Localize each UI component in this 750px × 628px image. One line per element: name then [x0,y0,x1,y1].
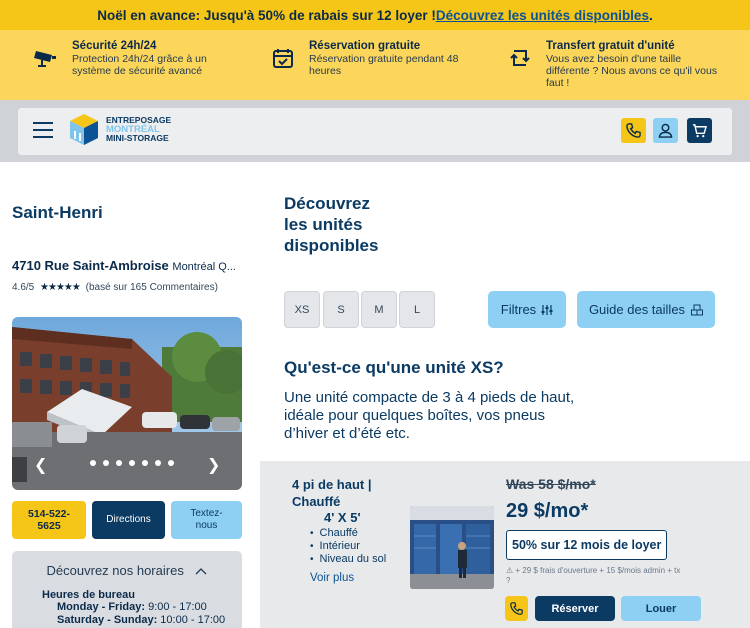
unit-description: Une unité compacte de 3 à 4 pieds de hau… [284,389,575,442]
hours-time: 10:00 - 17:00 [157,614,226,626]
chevron-up-icon [195,568,207,575]
promo-banner: Noël en avance: Jusqu'à 50% de rabais su… [0,0,750,30]
directions-button[interactable]: Directions [92,501,165,539]
hours-toggle[interactable]: Découvrez nos horaires [12,563,242,578]
carousel-dot[interactable] [103,460,109,466]
call-unit-button[interactable] [505,596,528,621]
size-filter-xs[interactable]: XS [284,291,320,328]
sliders-icon [541,304,553,315]
size-filter-s[interactable]: S [323,291,359,328]
promo-text: Noël en avance: Jusqu'à 50% de rabais su… [97,7,436,23]
see-more-link[interactable]: Voir plus [310,572,354,584]
unit-dimensions: 4' X 5' [324,510,361,525]
carousel-dot[interactable] [142,460,148,466]
unit-question-title: Qu'est-ce qu'une unité XS? [284,358,504,377]
hours-panel: Découvrez nos horaires Heures de bureau … [12,551,242,628]
feature-title: Transfert gratuit d'unité [546,40,675,52]
feature-desc: Vous avez besoin d'une taille différente… [546,53,718,89]
security-camera-icon [32,44,60,72]
menu-icon[interactable] [33,122,53,140]
unit-feature: Intérieur [310,540,386,553]
size-guide-label: Guide des tailles [588,302,686,317]
hours-list: Heures de bureau Monday - Friday: 9:00 -… [42,589,225,627]
units-section-title: Découvrez les unités disponibles [284,194,379,255]
boxes-icon [691,304,704,315]
logo-cube-icon [70,114,98,145]
cart-button[interactable] [687,118,712,143]
unit-features: Chauffé Intérieur Niveau du sol [310,527,387,566]
hours-days: Saturday - Sunday: [57,614,158,626]
unit-photo-image [410,506,494,589]
promo-end: . [648,7,653,23]
fees-text: + 29 $ frais d'ouverture + 15 $/mois adm… [515,566,681,575]
discounted-price: 29 $/mo* [506,500,589,522]
size-filter-m[interactable]: M [361,291,397,328]
site-header: ENTREPOSAGE MONTRÉAL MINI-STORAGE [18,108,732,155]
unit-card: 4 pi de haut | Chauffé 4' X 5' Chauffé I… [260,461,750,628]
hours-toggle-label: Découvrez nos horaires [46,563,184,578]
city: Montréal Q... [172,261,236,273]
call-button[interactable]: 514-522-5625 [12,501,86,539]
account-button[interactable] [653,118,678,143]
feature-desc: Protection 24h/24 grâce à un système de … [72,53,207,77]
phone-icon [510,602,523,615]
location-name: Saint-Henri [12,203,103,222]
hours-days: Monday - Friday: [57,601,146,613]
logo-line-3: MINI-STORAGE [106,132,169,143]
carousel-prev-icon[interactable]: ❮ [34,455,47,475]
size-filter-l[interactable]: L [399,291,435,328]
original-price: Was 58 $/mo* [506,476,596,492]
carousel-next-icon[interactable]: ❯ [207,455,220,475]
warning-icon: ⚠ [506,566,514,575]
unit-heated: Chauffé [292,494,341,509]
promo-badge: 50% sur 12 mois de loyer [506,530,668,560]
size-guide-button[interactable]: Guide des tailles [577,291,715,328]
carousel-dots [90,460,174,466]
user-icon [658,123,673,138]
rent-button[interactable]: Louer [621,596,701,621]
hours-heading: Heures de bureau [42,589,135,601]
fees-note: ⚠ + 29 $ frais d'ouverture + 15 $/mois a… [506,566,726,586]
star-icons: ★★★★★ [40,282,81,293]
calendar-check-icon [269,44,297,72]
text-us-button[interactable]: Textez-nous [171,501,242,539]
carousel-dot[interactable] [155,460,161,466]
promo-link[interactable]: Découvrez les unités disponibles [436,8,649,23]
feature-title: Sécurité 24h/24 [72,40,157,52]
feature-security: Sécurité 24h/24 Protection 24h/24 grâce … [32,40,222,77]
filters-button[interactable]: Filtres [488,291,566,328]
cart-icon [692,124,707,138]
feature-transfer: Transfert gratuit d'unité Vous avez beso… [506,40,726,89]
hours-row: Saturday - Sunday: 10:00 - 17:00 [42,614,225,627]
feature-desc: Réservation gratuite pendant 48 heures [309,53,459,77]
carousel-dot[interactable] [129,460,135,466]
header-wrapper: ENTREPOSAGE MONTRÉAL MINI-STORAGE [0,100,750,162]
hours-row: Monday - Friday: 9:00 - 17:00 [42,601,225,614]
unit-feature: Niveau du sol [310,553,387,566]
transfer-arrows-icon [506,44,534,72]
unit-height: 4 pi de haut | [292,477,372,492]
carousel-dot[interactable] [116,460,122,466]
reserve-button[interactable]: Réserver [535,596,615,621]
unit-photo[interactable] [410,506,494,589]
unit-headline: 4 pi de haut | Chauffé [292,476,371,510]
site-logo[interactable]: ENTREPOSAGE MONTRÉAL MINI-STORAGE [66,111,171,147]
unit-feature: Chauffé [310,527,386,540]
filters-label: Filtres [500,302,537,317]
help-icon[interactable]: ? [506,576,726,586]
feature-reservation: Réservation gratuite Réservation gratuit… [269,40,474,77]
feature-title: Réservation gratuite [309,40,421,52]
hours-time: 9:00 - 17:00 [145,601,207,613]
location-address[interactable]: 4710 Rue Saint-Ambroise Montréal Q... [12,258,244,273]
carousel-dot[interactable] [90,460,96,466]
phone-button[interactable] [621,118,646,143]
review-count[interactable]: (basé sur 165 Commentaires) [86,282,218,293]
carousel-dot[interactable] [168,460,174,466]
rating-score: 4.6/5 [12,282,35,293]
location-photo-carousel[interactable]: ❮ ❯ [12,317,242,490]
street-address: 4710 Rue Saint-Ambroise [12,258,169,273]
phone-icon [626,123,641,138]
features-bar: Sécurité 24h/24 Protection 24h/24 grâce … [0,30,750,100]
rating: 4.6/5 ★★★★★ (basé sur 165 Commentaires) [12,282,218,293]
